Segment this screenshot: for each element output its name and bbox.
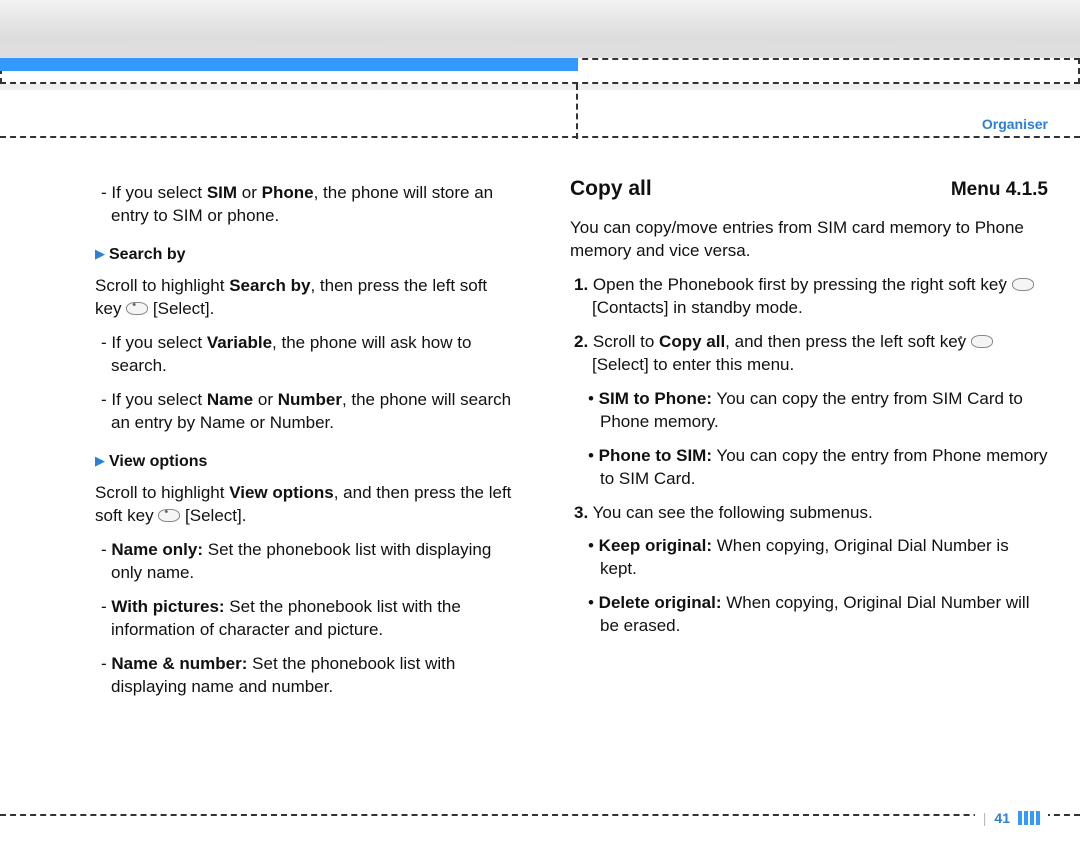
horizontal-dashed-rule-bottom	[0, 814, 1080, 816]
section-header: Copy all Menu 4.1.5	[570, 175, 1048, 204]
list-item: 3. You can see the following submenus.	[574, 501, 1048, 524]
body-text: - If you select Variable, the phone will…	[101, 331, 518, 378]
section-title: Copy all	[570, 175, 652, 204]
softkey-icon	[158, 509, 180, 522]
body-text: - Name only: Set the phonebook list with…	[101, 538, 518, 585]
triangle-icon: ▶	[95, 245, 105, 263]
menu-path: Menu 4.1.5	[951, 177, 1048, 203]
page-content: - If you select SIM or Phone, the phone …	[0, 165, 1080, 792]
list-item: • Delete original: When copying, Origina…	[588, 591, 1048, 638]
page-marker-bars-icon	[1018, 811, 1040, 825]
left-column: - If you select SIM or Phone, the phone …	[0, 165, 540, 792]
subheading-search-by: ▶Search by	[95, 242, 518, 266]
list-item: • Phone to SIM: You can copy the entry f…	[588, 444, 1048, 491]
triangle-icon: ▶	[95, 452, 105, 470]
horizontal-dashed-rule-top	[0, 136, 1080, 138]
vertical-dashed-divider	[576, 84, 578, 139]
list-item: 2. Scroll to Copy all, and then press th…	[574, 330, 1048, 377]
subheading-view-options: ▶View options	[95, 449, 518, 473]
page-number-wrap: | 41	[975, 810, 1048, 826]
list-item: 1. Open the Phonebook first by pressing …	[574, 273, 1048, 320]
body-text: - With pictures: Set the phonebook list …	[101, 595, 518, 642]
body-text: - Name & number: Set the phonebook list …	[101, 652, 518, 699]
section-label: Organiser	[982, 116, 1048, 132]
page-number-separator: |	[983, 810, 987, 826]
right-column: Copy all Menu 4.1.5 You can copy/move en…	[540, 165, 1080, 792]
list-item: • SIM to Phone: You can copy the entry f…	[588, 387, 1048, 434]
list-item: • Keep original: When copying, Original …	[588, 534, 1048, 581]
page-number: 41	[994, 810, 1010, 826]
softkey-icon	[126, 302, 148, 315]
softkey-icon	[971, 335, 993, 348]
header-blue-strip	[0, 58, 578, 71]
softkey-icon	[1012, 278, 1034, 291]
body-text: Scroll to highlight Search by, then pres…	[95, 274, 518, 321]
body-text: - If you select SIM or Phone, the phone …	[101, 181, 518, 228]
body-text: Scroll to highlight View options, and th…	[95, 481, 518, 528]
body-text: - If you select Name or Number, the phon…	[101, 388, 518, 435]
body-text: You can copy/move entries from SIM card …	[570, 216, 1048, 263]
